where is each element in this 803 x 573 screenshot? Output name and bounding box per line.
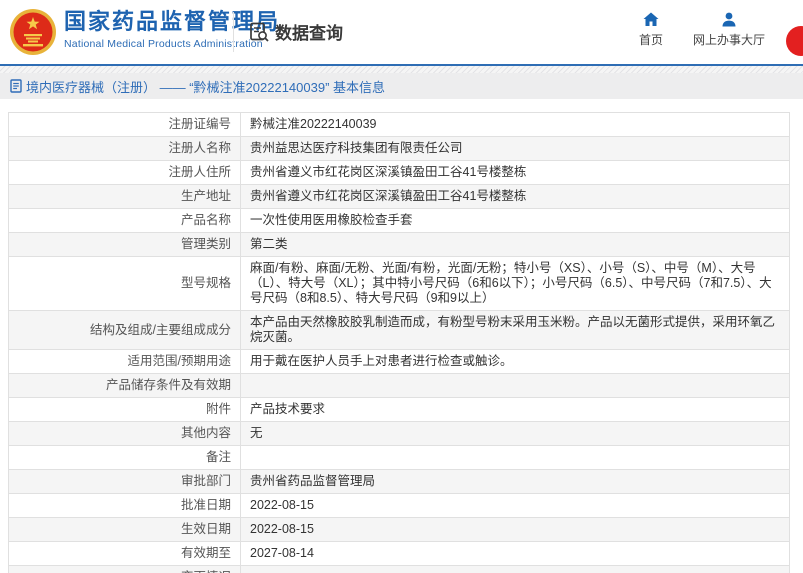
table-row: 注册人名称 贵州益思达医疗科技集团有限责任公司 bbox=[8, 136, 790, 161]
field-value bbox=[240, 565, 790, 573]
table-row: 生效日期 2022-08-15 bbox=[8, 517, 790, 542]
field-value: 贵州省遵义市红花岗区深溪镇盈田工谷41号楼整栋 bbox=[240, 160, 790, 185]
nav-item-service-hall[interactable]: 网上办事大厅 bbox=[693, 12, 765, 48]
field-label: 其他内容 bbox=[8, 421, 241, 446]
header-divider bbox=[233, 12, 234, 52]
field-label: 注册人名称 bbox=[8, 136, 241, 161]
field-value: 黔械注准20222140039 bbox=[240, 112, 790, 137]
table-row: 附件 产品技术要求 bbox=[8, 397, 790, 422]
field-value: 2022-08-15 bbox=[240, 493, 790, 518]
home-icon bbox=[643, 12, 659, 26]
table-row: 批准日期 2022-08-15 bbox=[8, 493, 790, 518]
field-value: 贵州益思达医疗科技集团有限责任公司 bbox=[240, 136, 790, 161]
field-label: 注册人住所 bbox=[8, 160, 241, 185]
field-label: 适用范围/预期用途 bbox=[8, 349, 241, 374]
china-emblem-icon bbox=[10, 9, 56, 55]
field-value: 贵州省遵义市红花岗区深溪镇盈田工谷41号楼整栋 bbox=[240, 184, 790, 209]
table-row: 生产地址 贵州省遵义市红花岗区深溪镇盈田工谷41号楼整栋 bbox=[8, 184, 790, 209]
data-query-label: 数据查询 bbox=[275, 24, 343, 43]
table-row: 有效期至 2027-08-14 bbox=[8, 541, 790, 566]
registration-info-table: 注册证编号 黔械注准20222140039 注册人名称 贵州益思达医疗科技集团有限责任… bbox=[8, 112, 790, 573]
field-label: 变更情况 bbox=[8, 565, 241, 573]
field-label: 附件 bbox=[8, 397, 241, 422]
nav-home-label: 首页 bbox=[638, 33, 663, 47]
nav-item-home[interactable]: 首页 bbox=[639, 12, 663, 48]
field-value: 无 bbox=[240, 421, 790, 446]
field-value bbox=[240, 445, 790, 470]
field-label: 批准日期 bbox=[8, 493, 241, 518]
field-label: 产品储存条件及有效期 bbox=[8, 373, 241, 398]
field-label: 生效日期 bbox=[8, 517, 241, 542]
field-value: 产品技术要求 bbox=[240, 397, 790, 422]
floating-red-badge[interactable] bbox=[786, 26, 803, 56]
field-value bbox=[240, 373, 790, 398]
national-emblem-logo[interactable] bbox=[9, 8, 57, 56]
table-row: 注册人住所 贵州省遵义市红花岗区深溪镇盈田工谷41号楼整栋 bbox=[8, 160, 790, 185]
person-icon bbox=[722, 12, 736, 27]
document-icon bbox=[10, 79, 22, 93]
registration-info-table-wrap: 注册证编号 黔械注准20222140039 注册人名称 贵州益思达医疗科技集团有限责任… bbox=[8, 112, 790, 573]
field-label: 产品名称 bbox=[8, 208, 241, 233]
field-label: 注册证编号 bbox=[8, 112, 241, 137]
table-row: 产品名称 一次性使用医用橡胶检查手套 bbox=[8, 208, 790, 233]
page: 国家药品监督管理局 National Medical Products Admi… bbox=[0, 0, 803, 573]
field-value: 一次性使用医用橡胶检查手套 bbox=[240, 208, 790, 233]
table-row: 备注 bbox=[8, 445, 790, 470]
table-row: 其他内容无 bbox=[8, 421, 790, 446]
data-query-section[interactable]: 数据查询 bbox=[248, 19, 343, 44]
document-search-icon bbox=[250, 22, 269, 42]
top-nav: 首页 网上办事大厅 bbox=[639, 12, 765, 48]
field-label: 备注 bbox=[8, 445, 241, 470]
field-label: 生产地址 bbox=[8, 184, 241, 209]
stripe-band bbox=[0, 66, 803, 73]
field-label: 审批部门 bbox=[8, 469, 241, 494]
table-row: 适用范围/预期用途 用于戴在医护人员手上对患者进行检查或触诊。 bbox=[8, 349, 790, 374]
field-value: 贵州省药品监督管理局 bbox=[240, 469, 790, 494]
field-value: 用于戴在医护人员手上对患者进行检查或触诊。 bbox=[240, 349, 790, 374]
table-row: 注册证编号 黔械注准20222140039 bbox=[8, 112, 790, 137]
table-row: 产品储存条件及有效期 bbox=[8, 373, 790, 398]
header: 国家药品监督管理局 National Medical Products Admi… bbox=[0, 0, 803, 64]
breadcrumb-bar: 境内医疗器械（注册） —— “黔械注准20222140039” 基本信息 bbox=[0, 73, 803, 99]
table-row: 审批部门 贵州省药品监督管理局 bbox=[8, 469, 790, 494]
breadcrumb-text: 境内医疗器械（注册） —— “黔械注准20222140039” 基本信息 bbox=[26, 79, 386, 95]
field-value: 本产品由天然橡胶胶乳制造而成，有粉型号粉末采用玉米粉。产品以无菌形式提供，采用环… bbox=[240, 310, 790, 350]
field-value: 2022-08-15 bbox=[240, 517, 790, 542]
nav-service-hall-label: 网上办事大厅 bbox=[692, 33, 765, 47]
table-row: 型号规格 麻面/有粉、麻面/无粉、光面/有粉，光面/无粉；特小号（XS）、小号（S… bbox=[8, 256, 790, 311]
table-row: 管理类别 第二类 bbox=[8, 232, 790, 257]
field-value: 麻面/有粉、麻面/无粉、光面/有粉，光面/无粉；特小号（XS）、小号（S）、中号… bbox=[240, 256, 790, 311]
field-label: 有效期至 bbox=[8, 541, 241, 566]
field-value: 第二类 bbox=[240, 232, 790, 257]
field-label: 结构及组成/主要组成成分 bbox=[8, 310, 241, 350]
table-row: 结构及组成/主要组成成分 本产品由天然橡胶胶乳制造而成，有粉型号粉末采用玉米粉。产… bbox=[8, 310, 790, 350]
field-label: 型号规格 bbox=[8, 256, 241, 311]
field-label: 管理类别 bbox=[8, 232, 241, 257]
table-row: 变更情况 bbox=[8, 565, 790, 573]
field-value: 2027-08-14 bbox=[240, 541, 790, 566]
breadcrumb: 境内医疗器械（注册） —— “黔械注准20222140039” 基本信息 bbox=[10, 77, 385, 96]
